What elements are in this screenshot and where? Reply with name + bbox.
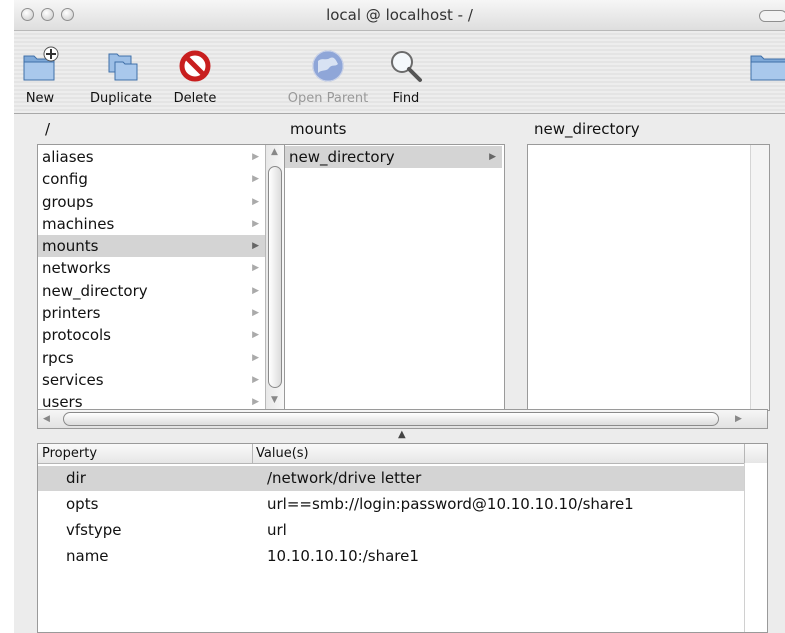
column-header-root: / <box>45 120 51 138</box>
disclosure-arrow-icon: ▶ <box>252 330 259 341</box>
duplicate-button[interactable]: Duplicate <box>84 45 158 106</box>
delete-label: Delete <box>173 91 217 106</box>
property-table: Property Value(s) dir/network/drive lett… <box>37 443 768 633</box>
root-list-item[interactable]: mounts ▶ <box>38 235 265 258</box>
root-list-item-label: machines <box>42 214 115 233</box>
open-parent-button[interactable]: Open Parent <box>280 45 376 106</box>
property-value[interactable]: url==smb://login:password@10.10.10.10/sh… <box>267 492 634 517</box>
mounts-list-item[interactable]: new_directory ▶ <box>285 146 502 169</box>
root-list-item-label: mounts <box>42 237 99 256</box>
root-list-item[interactable]: aliases ▶ <box>38 146 265 168</box>
app-window: local @ localhost - / New Duplicate Dele… <box>14 0 785 633</box>
root-list-item[interactable]: new_directory ▶ <box>38 280 265 302</box>
disclosure-arrow-icon: ▶ <box>252 174 259 185</box>
property-key: dir <box>66 469 86 487</box>
root-list-item[interactable]: printers ▶ <box>38 302 265 324</box>
property-row[interactable]: dir/network/drive letter <box>38 466 767 491</box>
folder-button[interactable] <box>747 45 785 87</box>
horizontal-scroll-thumb[interactable] <box>63 412 719 426</box>
scroll-down-arrow-icon[interactable]: ▼ <box>271 395 278 405</box>
disclosure-arrow-icon: ▶ <box>252 374 259 385</box>
column-new-directory <box>527 144 770 411</box>
globe-icon <box>280 45 376 87</box>
property-key: name <box>66 547 109 565</box>
property-table-scroll-strip <box>744 463 767 632</box>
root-list-item-label: networks <box>42 259 111 278</box>
root-vertical-scrollbar[interactable]: ▲ ▼ <box>265 145 284 410</box>
find-label: Find <box>392 91 420 106</box>
disclosure-arrow-icon: ▶ <box>252 263 259 274</box>
root-list-item[interactable]: config ▶ <box>38 168 265 190</box>
find-button[interactable]: Find <box>388 45 424 106</box>
column-header-new-directory: new_directory <box>534 120 640 138</box>
root-list-item[interactable]: rpcs ▶ <box>38 347 265 369</box>
disclosure-arrow-icon: ▶ <box>252 241 259 252</box>
open-parent-label: Open Parent <box>287 91 369 106</box>
toolbar: New Duplicate Delete Open Parent Find <box>14 31 785 114</box>
magnifier-icon <box>388 45 424 87</box>
duplicate-icon <box>84 45 158 87</box>
new-folder-icon <box>18 45 62 87</box>
values-column-header[interactable]: Value(s) <box>256 446 309 461</box>
root-list-item[interactable]: groups ▶ <box>38 191 265 213</box>
root-list-item[interactable]: protocols ▶ <box>38 324 265 346</box>
folder-icon <box>747 45 785 87</box>
root-list-item-label: rpcs <box>42 348 74 367</box>
property-column-header[interactable]: Property <box>42 446 97 461</box>
property-value[interactable]: /network/drive letter <box>267 466 421 491</box>
root-list-item[interactable]: networks ▶ <box>38 257 265 279</box>
root-list-item[interactable]: services ▶ <box>38 369 265 391</box>
root-list-item-label: services <box>42 370 104 389</box>
property-table-header: Property Value(s) <box>38 444 767 464</box>
new-label: New <box>25 91 55 106</box>
delete-button[interactable]: Delete <box>170 45 220 106</box>
title-bar[interactable]: local @ localhost - / <box>14 0 785 31</box>
new-directory-vertical-scrollbar[interactable] <box>750 145 769 410</box>
column-root: aliases ▶ config ▶ groups ▶ machines ▶ mounts ▶ ne… <box>37 144 285 411</box>
disclosure-arrow-icon: ▶ <box>489 152 496 162</box>
disclosure-arrow-icon: ▶ <box>252 196 259 207</box>
disclosure-arrow-icon: ▶ <box>252 218 259 229</box>
scroll-left-arrow-icon[interactable]: ◀ <box>43 414 50 424</box>
scroll-right-arrow-icon[interactable]: ▶ <box>735 414 742 424</box>
mounts-list-item-label: new_directory <box>289 148 395 166</box>
scroll-up-arrow-icon[interactable]: ▲ <box>271 147 278 157</box>
root-list-item-label: protocols <box>42 326 112 345</box>
duplicate-label: Duplicate <box>90 91 152 106</box>
property-value[interactable]: 10.10.10.10:/share1 <box>267 544 419 569</box>
column-mounts: new_directory ▶ <box>284 144 505 411</box>
mounts-list: new_directory ▶ <box>285 146 504 169</box>
disclosure-arrow-icon: ▶ <box>252 152 259 162</box>
root-list-item-label: printers <box>42 304 101 323</box>
splitter-handle-icon[interactable]: ▲ <box>398 429 406 440</box>
root-list-item-label: new_directory <box>42 281 148 300</box>
root-scroll-thumb[interactable] <box>268 166 282 388</box>
toolbar-toggle-button[interactable] <box>759 10 785 22</box>
disclosure-arrow-icon: ▶ <box>252 308 259 319</box>
property-row[interactable]: opts url==smb://login:password@10.10.10.1… <box>38 492 767 517</box>
root-list-item[interactable]: machines ▶ <box>38 213 265 235</box>
root-list-item-label: aliases <box>42 148 94 166</box>
root-list-item-label: config <box>42 170 88 189</box>
root-list-item-label: groups <box>42 192 94 211</box>
delete-icon <box>170 45 220 87</box>
property-row[interactable]: name 10.10.10.10:/share1 <box>38 544 767 569</box>
new-button[interactable]: New <box>18 45 62 106</box>
property-row[interactable]: vfstype url <box>38 518 767 543</box>
browser-horizontal-scrollbar[interactable]: ◀ ▶ <box>37 409 768 429</box>
window-title: local @ localhost - / <box>326 6 473 24</box>
disclosure-arrow-icon: ▶ <box>252 285 259 296</box>
disclosure-arrow-icon: ▶ <box>252 352 259 363</box>
property-key: vfstype <box>66 521 122 539</box>
property-key: opts <box>66 495 99 513</box>
property-value[interactable]: url <box>267 518 287 543</box>
root-list: aliases ▶ config ▶ groups ▶ machines ▶ mounts ▶ ne… <box>38 146 265 410</box>
column-header-mounts: mounts <box>290 120 347 138</box>
